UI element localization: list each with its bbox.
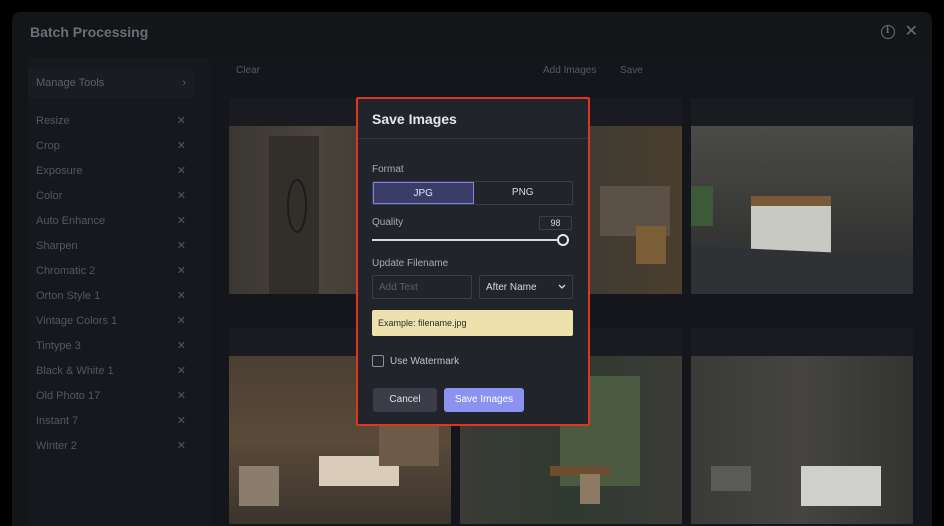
remove-tool-icon[interactable]: ✕ xyxy=(177,289,186,302)
room-photo xyxy=(691,126,913,294)
add-images-button[interactable]: Add Images xyxy=(543,65,596,76)
tool-item[interactable]: Chromatic 2 ✕ xyxy=(28,258,194,283)
bedroom-illustration xyxy=(711,466,881,506)
batch-toolbar: Clear Add Images Save xyxy=(210,58,932,84)
tool-item[interactable]: Old Photo 17 ✕ xyxy=(28,383,194,408)
tool-item[interactable]: Tintype 3 ✕ xyxy=(28,333,194,358)
tool-item-label: Orton Style 1 xyxy=(36,289,101,302)
window-title: Batch Processing xyxy=(30,24,149,40)
format-label: Format xyxy=(372,164,404,175)
tool-item[interactable]: Vintage Colors 1 ✕ xyxy=(28,308,194,333)
watermark-row: Use Watermark xyxy=(372,355,459,367)
remove-tool-icon[interactable]: ✕ xyxy=(177,314,186,327)
tool-item[interactable]: Color ✕ xyxy=(28,183,194,208)
filename-position-value: After Name xyxy=(486,281,537,293)
image-tile-header xyxy=(691,328,913,356)
remove-tool-icon[interactable]: ✕ xyxy=(177,139,186,152)
tool-item-label: Instant 7 xyxy=(36,414,79,427)
tool-item[interactable]: Sharpen ✕ xyxy=(28,233,194,258)
divider xyxy=(358,138,588,139)
filename-position-select[interactable]: After Name xyxy=(479,275,573,299)
format-option-png[interactable]: PNG xyxy=(474,182,573,204)
info-icon[interactable]: i xyxy=(880,25,895,39)
room-photo xyxy=(691,356,913,524)
chevron-down-icon xyxy=(558,284,566,289)
image-tile-header xyxy=(691,98,913,126)
tool-item-label: Resize xyxy=(36,114,70,127)
remove-tool-icon[interactable]: ✕ xyxy=(177,264,186,277)
cancel-button[interactable]: Cancel xyxy=(373,388,437,412)
kitchen-illustration xyxy=(691,186,913,294)
tool-item-label: Sharpen xyxy=(36,239,78,252)
window-controls: i ✕ xyxy=(880,24,918,40)
tool-item-label: Color xyxy=(36,189,63,202)
save-images-button[interactable]: Save Images xyxy=(444,388,524,412)
remove-tool-icon[interactable]: ✕ xyxy=(177,389,186,402)
chevron-right-icon: › xyxy=(182,77,186,89)
remove-tool-icon[interactable]: ✕ xyxy=(177,239,186,252)
tool-item-label: Chromatic 2 xyxy=(36,264,96,277)
save-images-dialog: Save Images Format JPG PNG Quality 98 Up… xyxy=(356,97,590,426)
remove-tool-icon[interactable]: ✕ xyxy=(177,164,186,177)
tool-item-label: Exposure xyxy=(36,164,83,177)
manage-tools-button[interactable]: Manage Tools › xyxy=(28,68,194,98)
tool-item-label: Auto Enhance xyxy=(36,214,106,227)
image-tile[interactable] xyxy=(691,98,913,294)
remove-tool-icon[interactable]: ✕ xyxy=(177,364,186,377)
image-tile[interactable] xyxy=(691,328,913,524)
tool-item-label: Black & White 1 xyxy=(36,364,114,377)
tool-item[interactable]: Black & White 1 ✕ xyxy=(28,358,194,383)
tool-item[interactable]: Orton Style 1 ✕ xyxy=(28,283,194,308)
tools-sidebar: Manage Tools › Resize ✕ Crop ✕ Exposure ✕ Colo… xyxy=(28,58,210,526)
watermark-label: Use Watermark xyxy=(390,355,460,367)
format-toggle: JPG PNG xyxy=(372,181,573,205)
filename-example: Example: filename.jpg xyxy=(372,310,573,336)
quality-value-field[interactable]: 98 xyxy=(539,216,572,230)
filename-text-input[interactable] xyxy=(372,275,472,299)
tool-item-label: Tintype 3 xyxy=(36,339,81,352)
dialog-title: Save Images xyxy=(372,111,457,127)
quality-slider-track[interactable] xyxy=(372,239,562,241)
quality-slider-thumb[interactable] xyxy=(557,234,569,246)
tool-item[interactable]: Auto Enhance ✕ xyxy=(28,208,194,233)
tool-item-label: Old Photo 17 xyxy=(36,389,101,402)
remove-tool-icon[interactable]: ✕ xyxy=(177,114,186,127)
tool-list: Resize ✕ Crop ✕ Exposure ✕ Color ✕ Auto Enhance ✕… xyxy=(28,108,194,458)
tool-item[interactable]: Crop ✕ xyxy=(28,133,194,158)
tool-item-label: Winter 2 xyxy=(36,439,77,452)
tool-item[interactable]: Winter 2 ✕ xyxy=(28,433,194,458)
tool-item-label: Vintage Colors 1 xyxy=(36,314,118,327)
update-filename-label: Update Filename xyxy=(372,258,449,269)
tool-item[interactable]: Resize ✕ xyxy=(28,108,194,133)
tool-item[interactable]: Exposure ✕ xyxy=(28,158,194,183)
quality-label: Quality xyxy=(372,217,404,228)
tool-item-label: Crop xyxy=(36,139,60,152)
format-option-jpg[interactable]: JPG xyxy=(373,182,474,204)
remove-tool-icon[interactable]: ✕ xyxy=(177,439,186,452)
watermark-checkbox[interactable] xyxy=(372,355,384,367)
remove-tool-icon[interactable]: ✕ xyxy=(177,189,186,202)
close-icon[interactable]: ✕ xyxy=(905,24,918,40)
remove-tool-icon[interactable]: ✕ xyxy=(177,339,186,352)
manage-tools-label: Manage Tools xyxy=(36,77,105,89)
save-button[interactable]: Save xyxy=(620,65,643,76)
tool-item[interactable]: Instant 7 ✕ xyxy=(28,408,194,433)
remove-tool-icon[interactable]: ✕ xyxy=(177,414,186,427)
remove-tool-icon[interactable]: ✕ xyxy=(177,214,186,227)
clear-button[interactable]: Clear xyxy=(236,65,260,76)
